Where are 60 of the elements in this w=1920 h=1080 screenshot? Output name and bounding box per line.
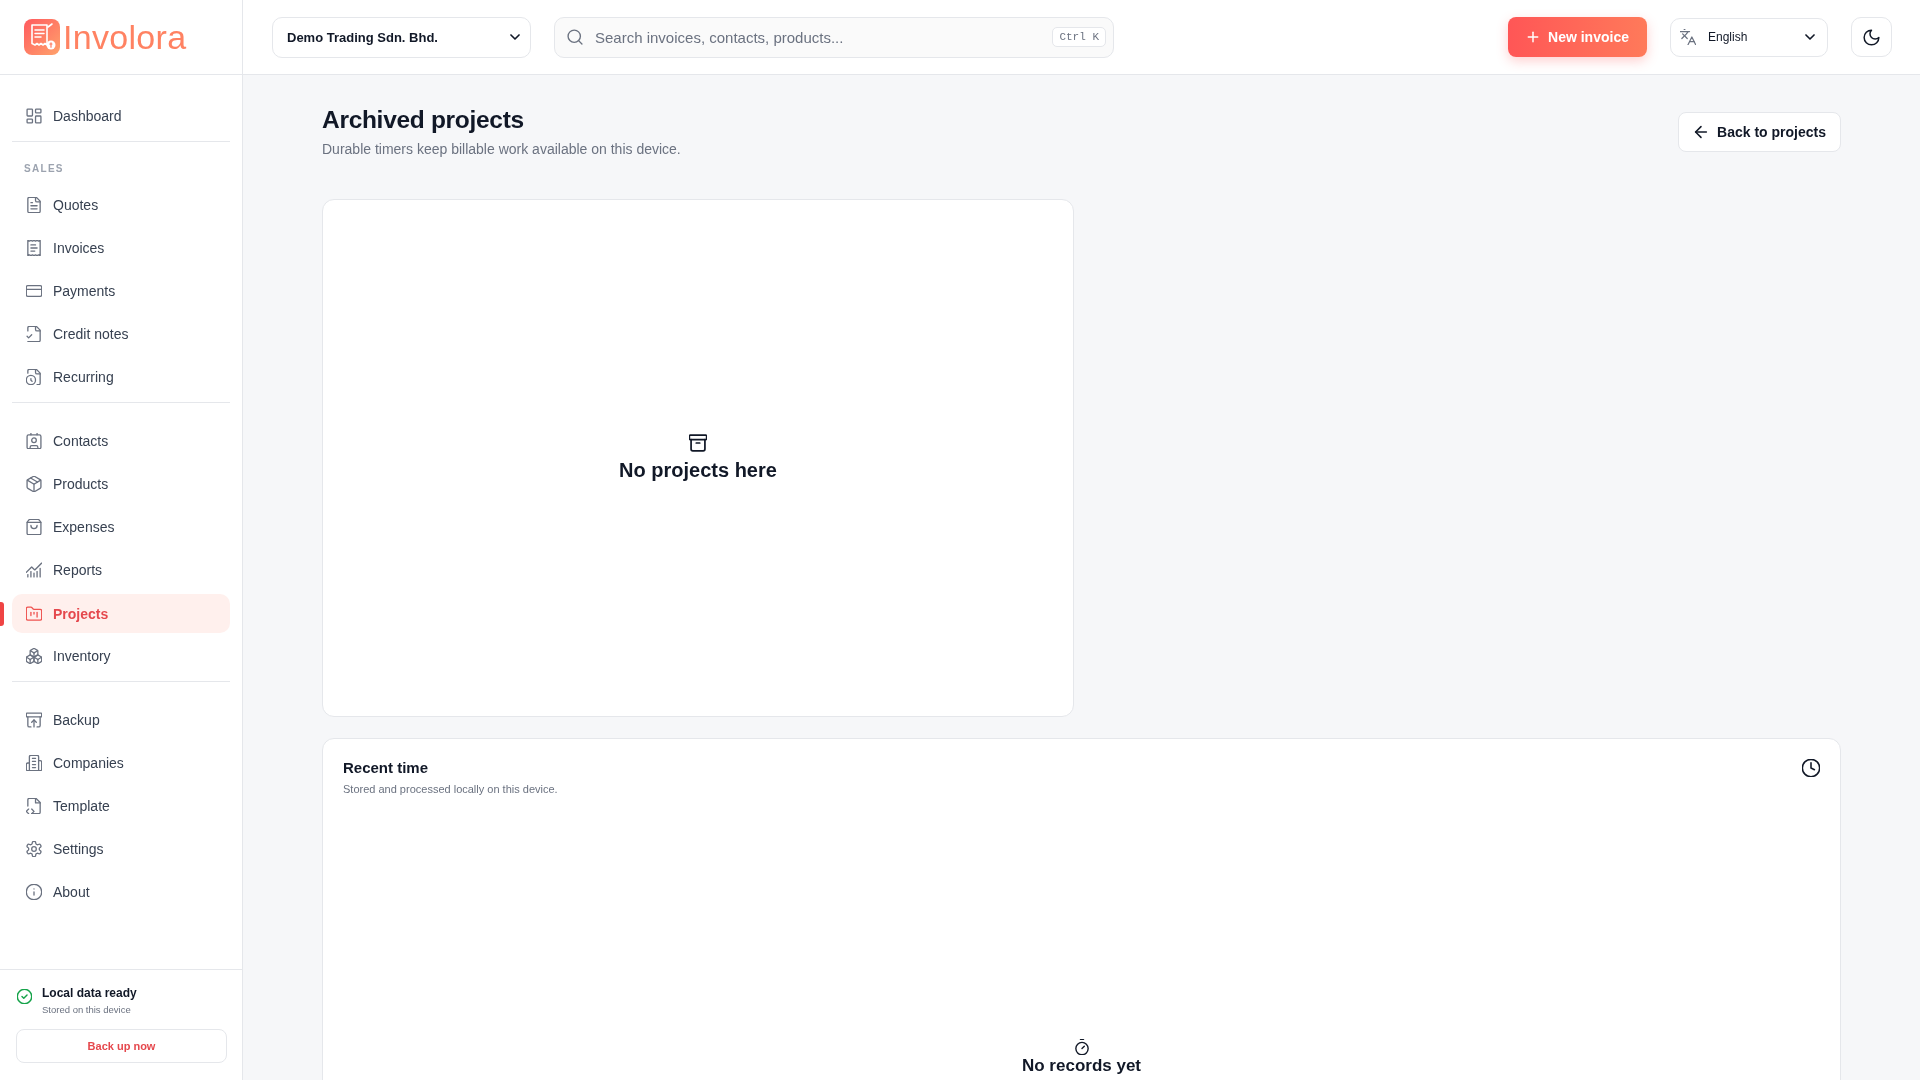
archive-icon: [689, 434, 707, 452]
sidebar-item[interactable]: Expenses: [12, 509, 230, 545]
receipt-icon: [26, 240, 42, 256]
archive-upload-icon: [26, 712, 42, 728]
sidebar-item[interactable]: Contacts: [12, 423, 230, 459]
shopping-bag-icon: [26, 519, 42, 535]
section-heading: SALES: [23, 162, 65, 175]
sidebar-item[interactable]: Quotes: [12, 187, 230, 223]
active-indicator: [0, 601, 4, 626]
code-file-icon: [26, 798, 42, 814]
sidebar-item[interactable]: Companies: [12, 745, 230, 781]
sidebar-item[interactable]: Invoices: [12, 230, 230, 266]
keyboard-shortcut: Ctrl K: [1052, 26, 1106, 47]
page-subtitle: Durable timers keep billable work available on this device.: [322, 140, 681, 158]
credit-card-icon: [26, 283, 42, 299]
plus-icon: [1526, 30, 1541, 44]
sidebar-item[interactable]: Reports: [12, 552, 230, 588]
back-to-projects-button[interactable]: Back to projects: [1678, 112, 1841, 152]
stopwatch-icon: [1073, 1039, 1090, 1055]
document-clock-icon: [26, 369, 42, 385]
sidebar-item[interactable]: Settings: [12, 831, 230, 867]
sidebar-item[interactable]: Backup: [12, 702, 230, 738]
translate-icon: [1680, 29, 1696, 45]
sidebar-item[interactable]: Payments: [12, 273, 230, 309]
sidebar-item[interactable]: About: [12, 874, 230, 910]
package-icon: [26, 476, 42, 492]
empty-state-text: No projects here: [619, 458, 777, 482]
document-check-icon: [26, 326, 42, 342]
panel-title: Recent time: [343, 759, 430, 777]
language-select[interactable]: English: [1670, 17, 1828, 57]
panel-subtitle: Stored and processed locally on this device.: [343, 782, 558, 796]
arrow-left-icon: [1693, 124, 1710, 140]
boxes-icon: [26, 648, 42, 664]
back-up-button[interactable]: Back up now: [16, 1029, 227, 1063]
status-title: Local data ready: [42, 986, 137, 1001]
contact-card-icon: [26, 433, 42, 449]
settings-icon: [26, 841, 42, 857]
sidebar-item[interactable]: Inventory: [12, 638, 230, 674]
sidebar-item[interactable]: Credit notes: [12, 316, 230, 352]
document-icon: [26, 197, 42, 213]
info-icon: [26, 884, 42, 900]
chart-icon: [26, 562, 42, 578]
sidebar-item[interactable]: Projects: [12, 594, 230, 633]
empty-state-text: No records yet: [1021, 1057, 1141, 1075]
sidebar-item[interactable]: Products: [12, 466, 230, 502]
company-select[interactable]: Demo Trading Sdn. Bhd.: [272, 16, 531, 58]
dashboard-icon: [26, 108, 42, 124]
sidebar-item[interactable]: Template: [12, 788, 230, 824]
sidebar-item[interactable]: Recurring: [12, 359, 230, 395]
search-icon: [567, 28, 583, 45]
clock-icon: [1802, 759, 1820, 777]
receipt-logo-icon: [24, 19, 60, 55]
page-title: Archived projects: [322, 105, 525, 135]
theme-toggle-button[interactable]: [1851, 17, 1892, 57]
status-subtitle: Stored on this device: [42, 1003, 132, 1016]
moon-icon: [1863, 28, 1880, 46]
folder-icon: [26, 605, 42, 622]
sidebar-item[interactable]: Dashboard: [12, 98, 230, 134]
brand-name: Involora: [63, 17, 187, 57]
building-icon: [26, 755, 42, 771]
